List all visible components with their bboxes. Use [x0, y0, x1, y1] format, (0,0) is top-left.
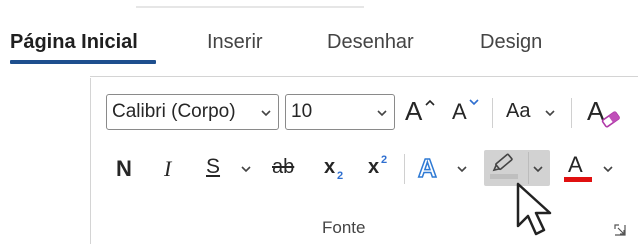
italic-label: I	[164, 156, 172, 181]
italic-button[interactable]: I	[156, 150, 184, 186]
strikethrough-label: ab	[272, 156, 295, 178]
top-divider	[136, 6, 364, 8]
text-effects-letter: A	[417, 152, 437, 184]
clear-formatting-icon: A	[587, 96, 620, 128]
tabs-divider	[90, 76, 638, 77]
superscript-button[interactable]: x 2	[362, 150, 394, 186]
split-divider	[528, 152, 529, 184]
separator	[492, 98, 493, 128]
chevron-down-icon	[603, 166, 613, 173]
font-group-label: Fonte	[322, 218, 366, 237]
change-case-label: Aa	[506, 100, 531, 122]
subscript-button[interactable]: x 2	[318, 150, 350, 186]
shrink-font-letter: A	[452, 99, 467, 124]
font-color-letter: A	[568, 152, 583, 177]
active-tab-indicator	[10, 60, 156, 64]
change-case-button[interactable]: Aa	[504, 94, 558, 130]
underline-button[interactable]: S	[200, 150, 256, 186]
highlight-color-button[interactable]	[484, 150, 550, 186]
tab-desenhar[interactable]: Desenhar	[327, 28, 414, 56]
subscript-digit: 2	[337, 170, 344, 182]
mouse-cursor-icon	[516, 182, 552, 236]
underline-label: S	[206, 155, 221, 178]
font-size-value: 10	[291, 101, 313, 122]
font-color-swatch	[564, 177, 592, 182]
highlighter-icon	[490, 153, 518, 179]
clear-formatting-button[interactable]: A	[584, 94, 624, 130]
subscript-base: x	[324, 156, 336, 178]
dialog-launcher-icon[interactable]	[614, 224, 626, 236]
text-effects-button[interactable]: A	[414, 150, 474, 186]
font-color-button[interactable]: A	[562, 150, 622, 186]
caret-up-icon	[425, 99, 435, 106]
grow-font-letter: A	[405, 96, 423, 126]
tab-inserir[interactable]: Inserir	[207, 28, 263, 56]
chevron-down-icon	[457, 166, 467, 173]
separator	[404, 154, 405, 184]
tab-pagina-inicial[interactable]: Página Inicial	[10, 28, 138, 56]
bold-label: N	[116, 156, 132, 181]
separator	[571, 98, 572, 128]
font-name-combobox[interactable]: Calibri (Corpo)	[106, 94, 279, 130]
shrink-font-button[interactable]: A	[450, 94, 484, 130]
ribbon-tabs: Página Inicial Inserir Desenhar Design	[0, 28, 638, 68]
grow-font-button[interactable]: A	[403, 94, 437, 130]
group-left-separator	[90, 78, 91, 244]
superscript-digit: 2	[381, 154, 388, 166]
font-name-value: Calibri (Corpo)	[112, 101, 236, 122]
chevron-down-icon	[545, 110, 555, 117]
chevron-down-icon	[241, 166, 251, 173]
chevron-down-icon[interactable]	[260, 109, 272, 117]
tab-design[interactable]: Design	[480, 28, 542, 56]
chevron-down-icon[interactable]	[532, 165, 544, 173]
strikethrough-button[interactable]: ab	[268, 150, 306, 186]
font-size-combobox[interactable]: 10	[285, 94, 395, 130]
superscript-base: x	[368, 156, 380, 178]
caret-down-icon	[469, 99, 479, 106]
chevron-down-icon[interactable]	[376, 109, 388, 117]
bold-button[interactable]: N	[110, 150, 142, 186]
